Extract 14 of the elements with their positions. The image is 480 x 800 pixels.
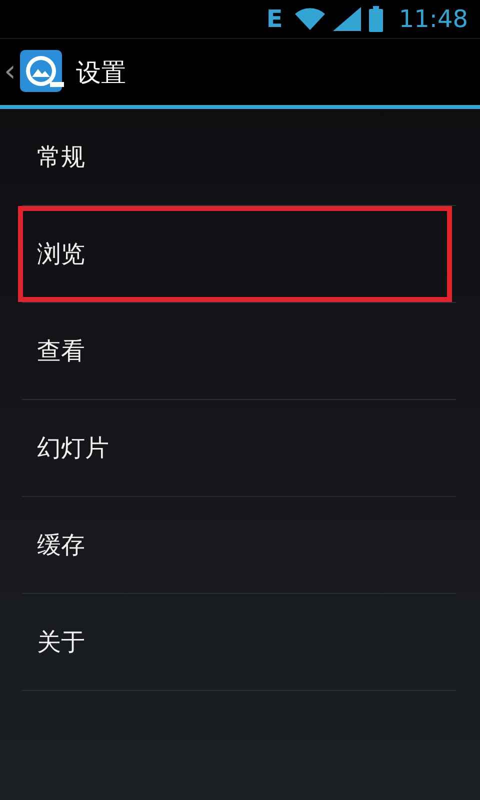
settings-item[interactable]: 浏览 <box>22 206 456 303</box>
signal-icon <box>332 7 361 31</box>
settings-item[interactable]: 常规 <box>22 109 456 206</box>
settings-item[interactable]: 缓存 <box>22 497 456 594</box>
settings-item[interactable]: 关于 <box>22 594 456 691</box>
wifi-icon <box>294 7 325 31</box>
settings-item[interactable]: 查看 <box>22 303 456 400</box>
gallery-app-icon[interactable] <box>20 50 64 94</box>
battery-icon <box>368 6 383 32</box>
network-type: E <box>266 5 283 33</box>
back-button[interactable]: ‹ <box>4 57 16 87</box>
settings-item[interactable]: 幻灯片 <box>22 400 456 497</box>
screen-title: 设置 <box>76 56 126 88</box>
clock: 11:48 <box>398 5 468 33</box>
